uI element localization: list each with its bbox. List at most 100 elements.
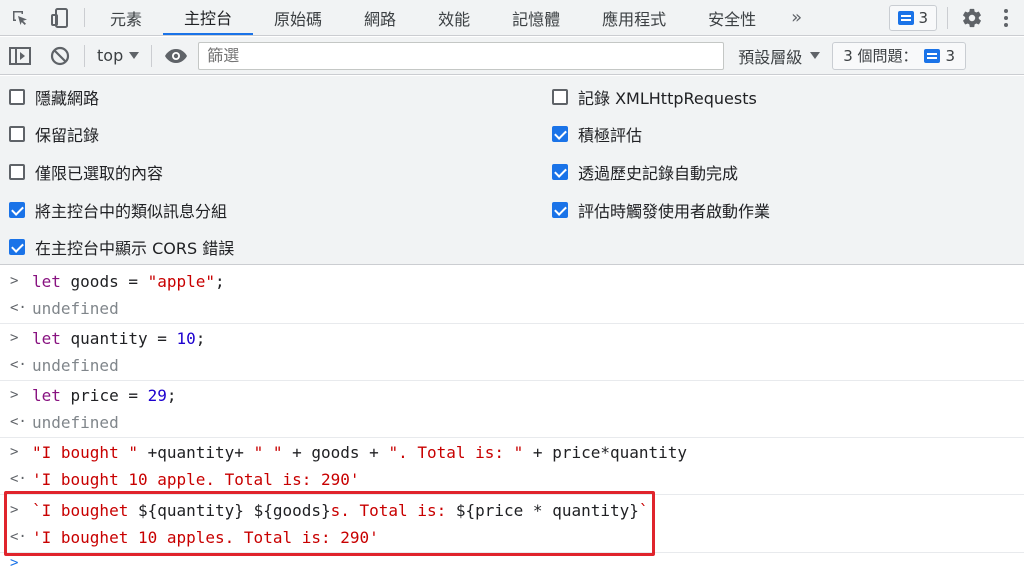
chevron-right-icon: > <box>10 330 19 346</box>
console-input-row: > let goods = "apple"; <box>0 267 1024 295</box>
clear-console-icon[interactable] <box>44 40 76 72</box>
more-vert-icon[interactable] <box>996 8 1016 28</box>
toolbar-divider <box>151 44 153 67</box>
tab-performance[interactable]: 效能 <box>417 0 491 35</box>
checkbox-checked[interactable] <box>9 202 25 218</box>
chevron-down-icon <box>129 52 140 59</box>
console-result-row: <· undefined <box>0 294 1024 322</box>
code-number: 29 <box>147 385 167 405</box>
result-value: undefined <box>32 412 119 432</box>
tab-elements[interactable]: 元素 <box>89 0 163 35</box>
console-settings-panel: 隱藏網路 保留記錄 僅限已選取的內容 將主控台中的類似訊息分組 在主控台中顯示 … <box>0 76 1024 265</box>
chevron-right-icon: > <box>10 273 19 289</box>
option-log-xhr[interactable]: 記錄 XMLHttpRequests <box>552 85 757 109</box>
checkbox-checked[interactable] <box>9 239 25 255</box>
console-toolbar: top 預設層級 3 個問題： 3 <box>0 37 1024 75</box>
option-show-cors-errors[interactable]: 在主控台中顯示 CORS 錯誤 <box>9 235 234 259</box>
option-label: 評估時觸發使用者啟動作業 <box>578 202 771 221</box>
tab-console[interactable]: 主控台 <box>163 0 254 35</box>
tab-security[interactable]: 安全性 <box>687 0 777 35</box>
code-text: price = <box>60 385 148 405</box>
result-value: 'I bought 10 apple. Total is: 290' <box>32 469 360 489</box>
issues-count: 3 <box>945 46 956 65</box>
result-arrow-icon: <· <box>10 357 27 373</box>
console-result-row: <· undefined <box>0 351 1024 379</box>
option-eager-evaluation[interactable]: 積極評估 <box>552 122 642 146</box>
option-preserve-log[interactable]: 保留記錄 <box>9 122 99 146</box>
console-input-row: > let price = 29; <box>0 381 1024 409</box>
log-levels-label: 預設層級 <box>738 47 803 67</box>
issues-label: 3 個問題： <box>843 47 918 65</box>
checkbox[interactable] <box>552 89 568 105</box>
code-number: 10 <box>176 328 196 348</box>
console-input-row: > "I bought " +quantity+ " " + goods + "… <box>0 438 1024 466</box>
toolbar-divider <box>84 44 85 67</box>
code-text: quantity = <box>60 328 177 348</box>
checkbox-checked[interactable] <box>552 202 568 218</box>
code-string: "apple" <box>147 271 216 291</box>
messages-badge-button[interactable]: 3 <box>889 4 937 31</box>
option-group-similar[interactable]: 將主控台中的類似訊息分組 <box>9 198 227 222</box>
option-label: 僅限已選取的內容 <box>35 164 164 183</box>
option-label: 記錄 XMLHttpRequests <box>578 89 757 108</box>
result-arrow-icon: <· <box>10 414 27 430</box>
code-keyword: let <box>32 328 61 348</box>
result-value: undefined <box>32 298 119 318</box>
code-keyword: let <box>32 385 61 405</box>
device-toolbar-icon[interactable] <box>40 0 80 35</box>
code-text: ; <box>195 328 206 348</box>
message-icon <box>898 10 915 25</box>
result-arrow-icon: <· <box>10 471 27 487</box>
tab-application[interactable]: 應用程式 <box>581 0 687 35</box>
checkbox[interactable] <box>9 126 25 142</box>
code-text: ; <box>215 271 225 291</box>
toolbar-divider <box>947 6 948 29</box>
chevron-right-icon: > <box>10 387 19 403</box>
message-icon <box>923 48 940 63</box>
tab-sources[interactable]: 原始碼 <box>253 0 343 35</box>
context-label: top <box>97 46 124 65</box>
option-selected-context-only[interactable]: 僅限已選取的內容 <box>9 160 163 184</box>
devtools-tabbar: 元素 主控台 原始碼 網路 效能 記憶體 應用程式 安全性 » 3 <box>0 0 1024 36</box>
inspect-element-icon[interactable] <box>0 0 40 35</box>
messages-count: 3 <box>918 8 928 27</box>
sidebar-toggle-icon[interactable] <box>4 40 36 72</box>
checkbox-checked[interactable] <box>552 126 568 142</box>
more-tabs-button[interactable]: » <box>777 0 816 35</box>
option-user-activation[interactable]: 評估時觸發使用者啟動作業 <box>552 198 770 222</box>
option-label: 將主控台中的類似訊息分組 <box>35 202 228 221</box>
code-text: ; <box>166 385 177 405</box>
option-label: 隱藏網路 <box>35 89 100 108</box>
option-autocomplete-history[interactable]: 透過歷史記錄自動完成 <box>552 160 738 184</box>
option-label: 透過歷史記錄自動完成 <box>578 164 739 183</box>
filter-input[interactable] <box>198 41 725 70</box>
code-string: " " <box>253 442 283 462</box>
tab-memory[interactable]: 記憶體 <box>491 0 581 35</box>
checkbox[interactable] <box>9 164 25 180</box>
option-label: 在主控台中顯示 CORS 錯誤 <box>35 239 235 258</box>
option-label: 保留記錄 <box>35 126 100 145</box>
checkbox-checked[interactable] <box>552 164 568 180</box>
eye-icon[interactable] <box>160 40 192 72</box>
log-levels-dropdown[interactable]: 預設層級 <box>738 44 821 68</box>
context-selector[interactable]: top <box>93 46 143 65</box>
code-text: + price*quantity <box>523 442 688 462</box>
highlight-box <box>4 491 655 556</box>
console-input-row: > let quantity = 10; <box>0 324 1024 352</box>
console-result-row: <· 'I bought 10 apple. Total is: 290' <box>0 465 1024 493</box>
gear-icon[interactable] <box>958 7 986 29</box>
checkbox[interactable] <box>9 89 25 105</box>
code-text: +quantity+ <box>137 442 254 462</box>
tab-network[interactable]: 網路 <box>343 0 417 35</box>
chevron-down-icon <box>810 52 821 59</box>
console-prompt-icon[interactable]: > <box>10 555 18 570</box>
code-string: ". Total is: " <box>388 442 524 462</box>
code-text: + goods + <box>282 442 389 462</box>
code-string: "I bought " <box>32 442 138 462</box>
result-value: undefined <box>32 355 119 375</box>
option-hide-network[interactable]: 隱藏網路 <box>9 85 99 109</box>
code-text: goods = <box>60 271 148 291</box>
code-keyword: let <box>32 271 61 291</box>
console-result-row: <· undefined <box>0 408 1024 436</box>
issues-button[interactable]: 3 個問題： 3 <box>832 41 967 70</box>
